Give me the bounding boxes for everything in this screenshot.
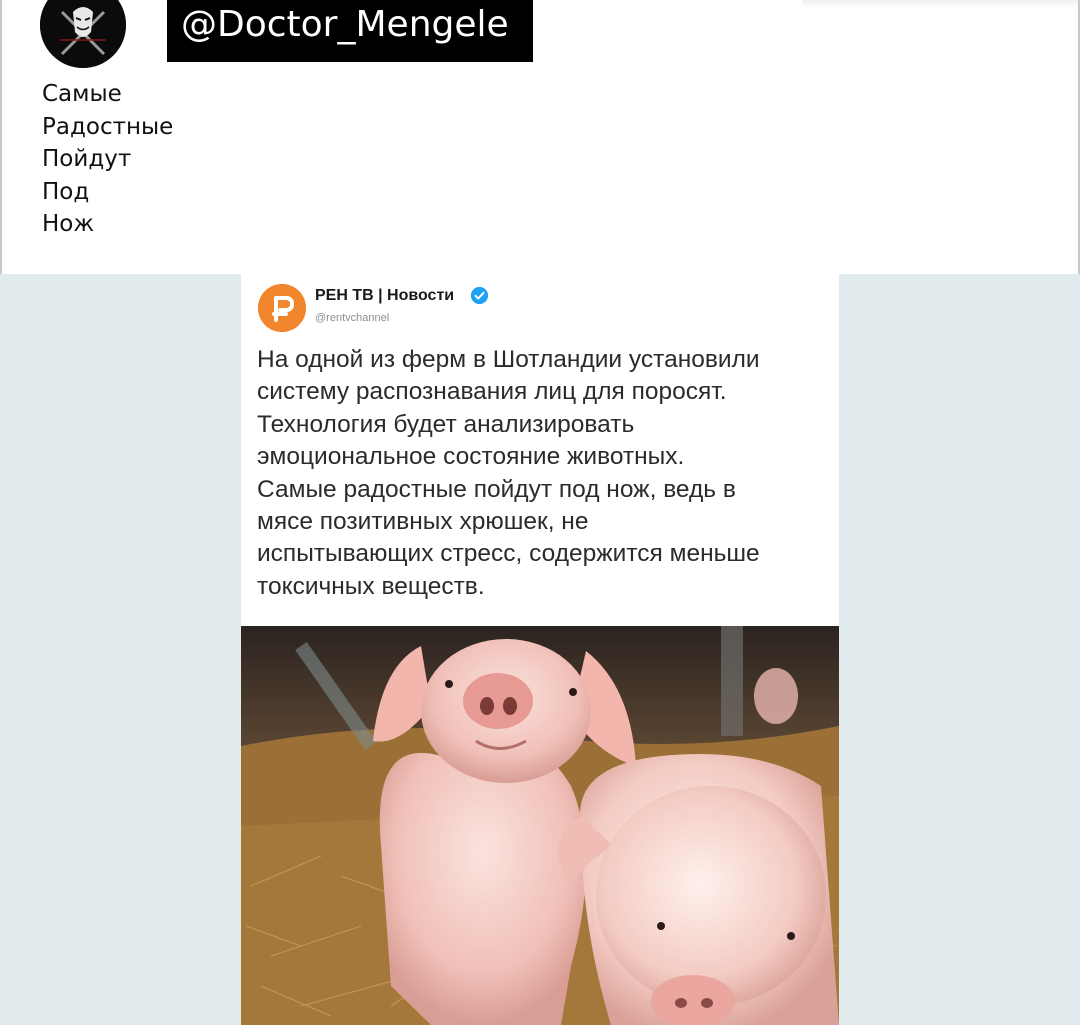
tweet-text-line: мясе позитивных хрюшек, не (257, 508, 589, 536)
tweet-text: На одной из ферм в Шотландии установили … (257, 344, 832, 603)
verified-badge-icon (471, 287, 488, 304)
tweet-text-line: Технология будет анализировать (257, 410, 635, 438)
tweet-text-line: систему распознавания лиц для поросят. (257, 378, 727, 406)
tweet-text-line: Самые радостные пойдут под нож, ведь в (257, 475, 736, 503)
ren-tv-logo-icon[interactable] (258, 284, 306, 332)
guy-fawkes-avatar-icon[interactable] (40, 0, 126, 68)
embedded-tweet-card[interactable]: РЕН ТВ | Новости @rentvchannel На одной … (241, 274, 839, 1025)
tweet-text-line: токсичных веществ. (257, 572, 485, 600)
caption-line: Радостные (42, 113, 174, 140)
caption-line: Самые (42, 81, 122, 107)
tweet-text-line: эмоциональное состояние животных. (257, 443, 685, 471)
caption-line: Пойдут (42, 146, 132, 172)
post-caption: Самые Радостные Пойдут Под Нож (42, 78, 173, 241)
username-banner[interactable]: @Doctor_Mengele (167, 0, 533, 62)
piglet-right (558, 754, 839, 1025)
tweet-photo-piglets[interactable] (241, 626, 839, 1025)
tweet-author-name[interactable]: РЕН ТВ | Новости (315, 287, 454, 305)
caption-line: Под (42, 178, 90, 205)
caption-line: Нож (42, 211, 95, 237)
tweet-author-handle[interactable]: @rentvchannel (315, 312, 389, 324)
tweet-text-line: На одной из ферм в Шотландии установили (257, 346, 760, 373)
post-header: @Doctor_Mengele Самые Радостные Пойдут П… (0, 0, 1080, 274)
tweet-text-line: испытывающих стресс, содержится меньше (257, 540, 760, 568)
top-strip (802, 0, 1078, 8)
